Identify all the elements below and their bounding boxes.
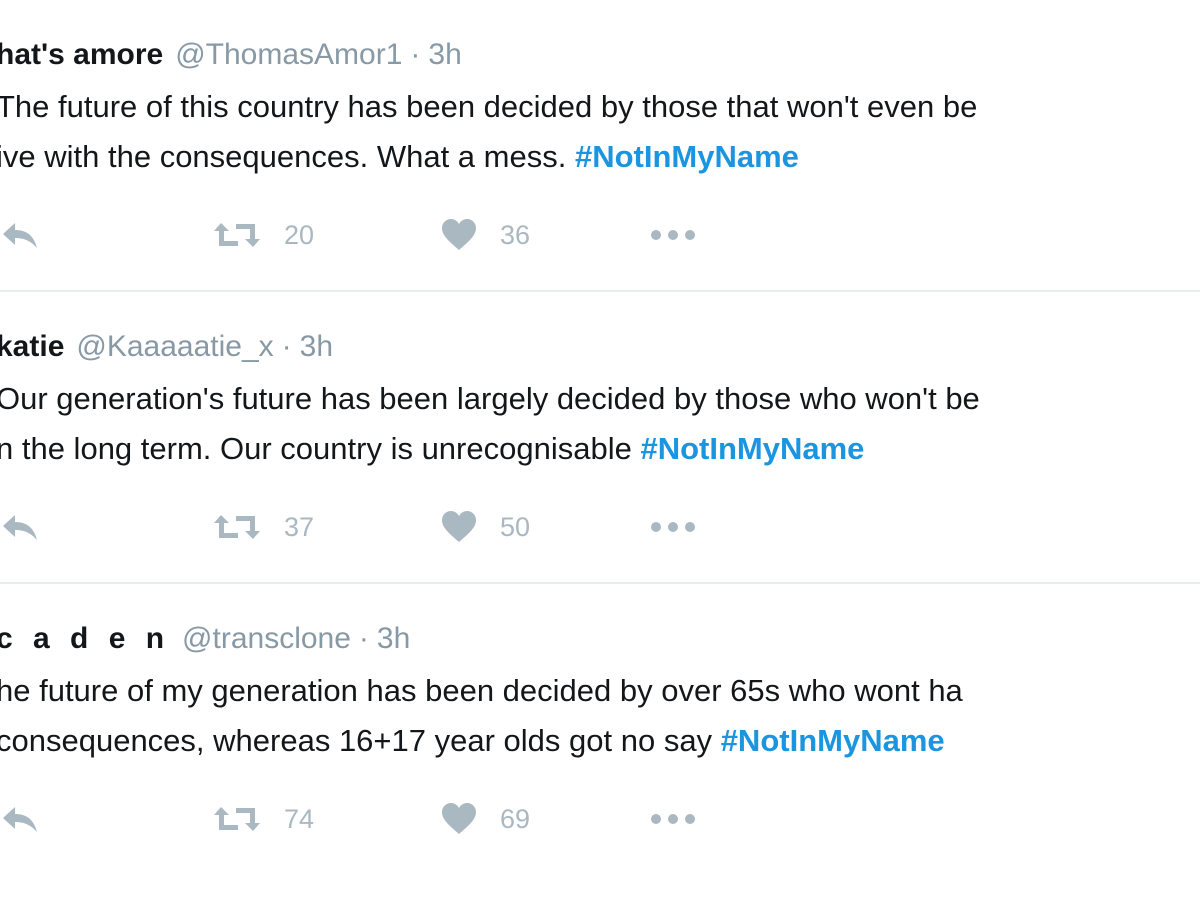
reply-button[interactable] xyxy=(0,794,40,844)
user-display-name[interactable]: hat's amore xyxy=(0,38,163,71)
more-icon xyxy=(650,521,696,533)
user-handle[interactable]: @transclone xyxy=(182,622,351,655)
tweet-text-line: Our generation's future has been largely… xyxy=(0,381,980,416)
tweet-actions: 37 50 xyxy=(0,502,1200,552)
separator-dot: · xyxy=(358,622,369,655)
more-icon xyxy=(650,229,696,241)
tweet[interactable]: katie @Kaaaaatie_x · 3h Our generation's fu… xyxy=(0,292,1200,584)
like-count: 69 xyxy=(500,803,531,834)
retweet-icon xyxy=(212,803,262,835)
tweet-feed: hat's amore @ThomasAmor1 · 3h The future of… xyxy=(0,0,1200,900)
tweet-actions: 20 36 xyxy=(0,210,1200,260)
hashtag-link[interactable]: #NotInMyName xyxy=(575,139,799,174)
tweet-text-line: The future of this country has been deci… xyxy=(0,89,978,124)
separator-dot: · xyxy=(410,38,421,71)
tweet-timestamp[interactable]: 3h xyxy=(377,622,410,655)
tweet-actions: 74 69 xyxy=(0,794,1200,844)
tweet-text-fragment: consequences, whereas 16+17 year olds go… xyxy=(0,723,713,758)
reply-icon xyxy=(0,804,40,834)
more-options-button[interactable] xyxy=(650,502,696,552)
retweet-count: 37 xyxy=(284,511,315,542)
heart-icon xyxy=(440,510,478,544)
reply-button[interactable] xyxy=(0,210,40,260)
tweet-timestamp[interactable]: 3h xyxy=(428,38,461,71)
tweet-timestamp[interactable]: 3h xyxy=(300,330,333,363)
more-options-button[interactable] xyxy=(650,794,696,844)
user-display-name[interactable]: katie xyxy=(0,330,64,363)
retweet-count: 20 xyxy=(284,219,315,250)
hashtag-link[interactable]: #NotInMyName xyxy=(721,723,945,758)
tweet-text-line: n the long term. Our country is unrecogn… xyxy=(0,424,1200,474)
tweet-header: katie @Kaaaaatie_x · 3h xyxy=(0,330,333,364)
retweet-count: 74 xyxy=(284,803,315,834)
like-button[interactable]: 36 xyxy=(440,210,530,260)
like-button[interactable]: 50 xyxy=(440,502,530,552)
tweet-text-line: ive with the consequences. What a mess. … xyxy=(0,132,1200,182)
retweet-icon xyxy=(212,511,262,543)
heart-icon xyxy=(440,218,478,252)
tweet-header: hat's amore @ThomasAmor1 · 3h xyxy=(0,38,462,72)
reply-button[interactable] xyxy=(0,502,40,552)
user-handle[interactable]: @Kaaaaatie_x xyxy=(76,330,273,363)
tweet-text-line: consequences, whereas 16+17 year olds go… xyxy=(0,716,1200,766)
tweet[interactable]: hat's amore @ThomasAmor1 · 3h The future of… xyxy=(0,0,1200,292)
retweet-button[interactable]: 74 xyxy=(212,794,314,844)
user-display-name[interactable]: c a d e n xyxy=(0,622,170,655)
user-handle[interactable]: @ThomasAmor1 xyxy=(175,38,402,71)
tweet-text: Our generation's future has been largely… xyxy=(0,374,1200,474)
more-icon xyxy=(650,813,696,825)
tweet-text: The future of this country has been deci… xyxy=(0,82,1200,182)
retweet-button[interactable]: 37 xyxy=(212,502,314,552)
more-options-button[interactable] xyxy=(650,210,696,260)
like-count: 50 xyxy=(500,511,531,542)
like-count: 36 xyxy=(500,219,531,250)
heart-icon xyxy=(440,802,478,836)
tweet-text-fragment: n the long term. Our country is unrecogn… xyxy=(0,431,632,466)
tweet-text-line: he future of my generation has been deci… xyxy=(0,673,963,708)
hashtag-link[interactable]: #NotInMyName xyxy=(640,431,864,466)
tweet-text-fragment: ive with the consequences. What a mess. xyxy=(0,139,567,174)
tweet-header: c a d e n @transclone · 3h xyxy=(0,622,410,656)
reply-icon xyxy=(0,512,40,542)
tweet[interactable]: c a d e n @transclone · 3h he future of my … xyxy=(0,584,1200,876)
reply-icon xyxy=(0,220,40,250)
like-button[interactable]: 69 xyxy=(440,794,530,844)
tweet-text: he future of my generation has been deci… xyxy=(0,666,1200,766)
separator-dot: · xyxy=(281,330,292,363)
retweet-icon xyxy=(212,219,262,251)
retweet-button[interactable]: 20 xyxy=(212,210,314,260)
